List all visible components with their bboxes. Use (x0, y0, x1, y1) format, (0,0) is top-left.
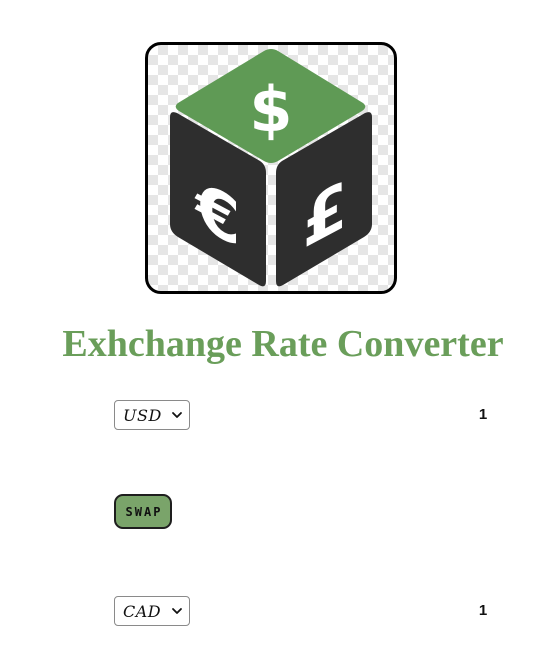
from-currency-select[interactable]: USD (114, 400, 190, 430)
chevron-down-icon (172, 608, 182, 614)
dollar-symbol: $ (249, 73, 292, 146)
page-title: Exhchange Rate Converter (62, 323, 504, 365)
currency-cube-icon: $ € £ (170, 49, 372, 287)
swap-button[interactable]: SWAP (114, 494, 172, 529)
chevron-down-icon (172, 412, 182, 418)
from-currency-value: USD (123, 405, 162, 425)
to-currency-value: CAD (123, 601, 162, 621)
to-amount: 1 (478, 602, 488, 619)
to-currency-select[interactable]: CAD (114, 596, 190, 626)
app-logo: $ € £ (145, 42, 397, 294)
from-amount: 1 (478, 406, 488, 423)
